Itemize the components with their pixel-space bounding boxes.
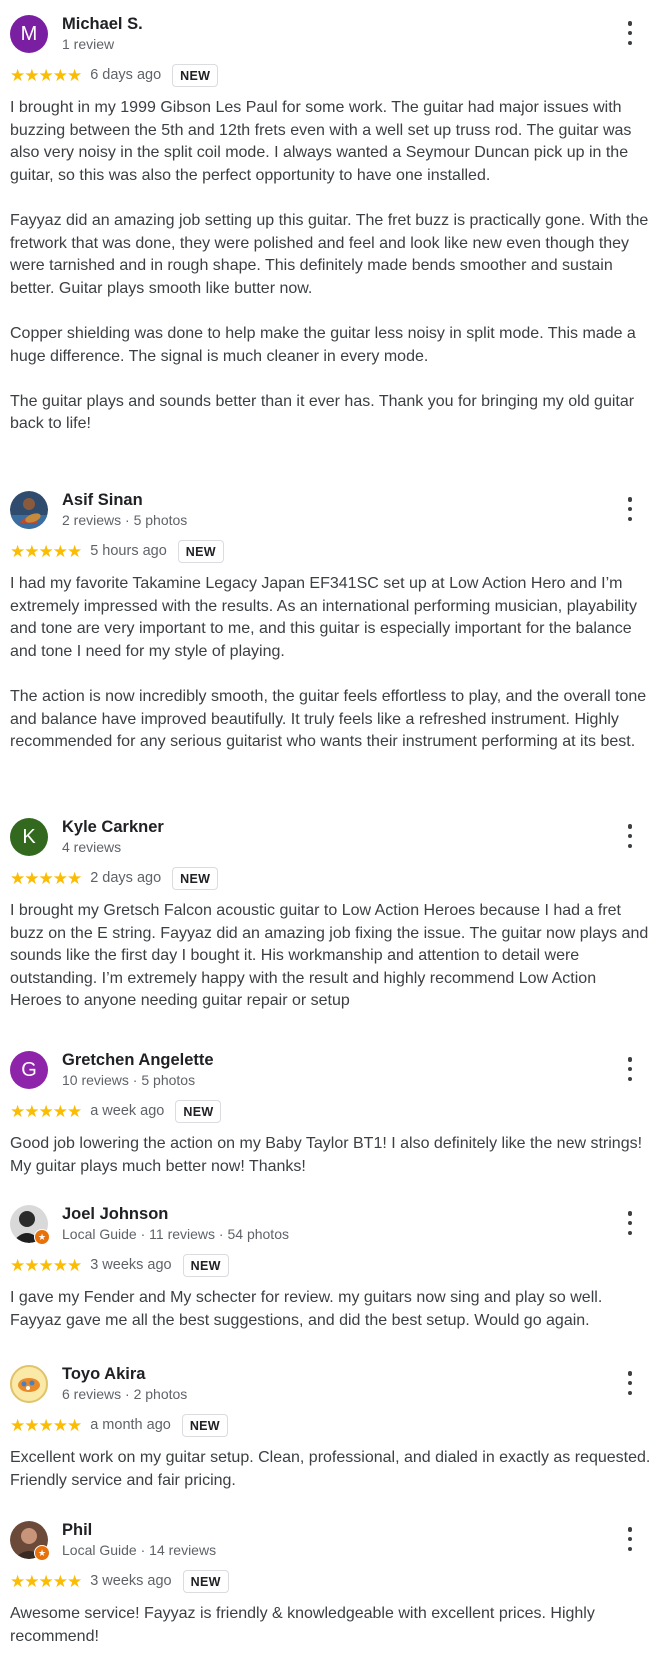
review-date: a week ago: [90, 1103, 165, 1119]
review-date: 5 hours ago: [90, 543, 167, 559]
reviewer-name[interactable]: Gretchen Angelette: [62, 1051, 214, 1070]
review-card: K Kyle Carkner 4 reviews ★★★★★ 2 days ag…: [0, 818, 661, 1013]
avatar[interactable]: ★: [10, 1521, 50, 1561]
review-card: G Gretchen Angelette 10 reviews · 5 phot…: [0, 1051, 661, 1178]
reviewer-name[interactable]: Toyo Akira: [62, 1365, 145, 1384]
star-rating: ★★★★★: [10, 541, 82, 561]
more-options-icon[interactable]: [623, 1211, 637, 1235]
more-options-icon[interactable]: [623, 824, 637, 848]
review-header: Toyo Akira 6 reviews · 2 photos: [10, 1365, 651, 1405]
new-badge: NEW: [172, 866, 219, 890]
rating-row: ★★★★★ a month ago NEW: [10, 1412, 651, 1438]
rating-row: ★★★★★ a week ago NEW: [10, 1098, 651, 1124]
reviews-list: M Michael S. 1 review ★★★★★ 6 days ago N…: [0, 0, 661, 1645]
review-header: Asif Sinan 2 reviews · 5 photos: [10, 491, 651, 531]
person-with-guitar-photo-icon: [10, 491, 48, 529]
review-card: ★ Joel Johnson Local Guide · 11 reviews …: [0, 1205, 661, 1332]
reviewer-name[interactable]: Michael S.: [62, 15, 143, 34]
avatar[interactable]: ★: [10, 1205, 50, 1245]
reviewer-meta: 2 reviews · 5 photos: [62, 512, 188, 528]
review-text: I had my favorite Takamine Legacy Japan …: [10, 575, 647, 751]
reviewer-name[interactable]: Asif Sinan: [62, 491, 143, 510]
review-date: 3 weeks ago: [90, 1257, 172, 1273]
reviewer-meta: 6 reviews · 2 photos: [62, 1386, 188, 1402]
avatar[interactable]: K: [10, 818, 48, 856]
star-rating: ★★★★★: [10, 868, 82, 888]
star-rating: ★★★★★: [10, 1101, 82, 1121]
reviewer-meta: Local Guide · 14 reviews: [62, 1542, 217, 1558]
rating-row: ★★★★★ 6 days ago NEW: [10, 62, 651, 88]
local-guide-badge-icon: ★: [34, 1545, 50, 1561]
review-date: 6 days ago: [90, 67, 162, 83]
avatar[interactable]: M: [10, 15, 48, 53]
reviewer-name[interactable]: Phil: [62, 1521, 92, 1540]
rating-row: ★★★★★ 3 weeks ago NEW: [10, 1252, 651, 1278]
new-badge: NEW: [182, 1253, 229, 1277]
avatar[interactable]: [10, 1365, 48, 1403]
review-text: I brought my Gretsch Falcon acoustic gui…: [10, 902, 649, 1010]
new-badge: NEW: [182, 1569, 229, 1593]
review-text: Excellent work on my guitar setup. Clean…: [10, 1449, 651, 1489]
review-text: Good job lowering the action on my Baby …: [10, 1135, 643, 1175]
review-date: 3 weeks ago: [90, 1573, 172, 1589]
review-card: Asif Sinan 2 reviews · 5 photos ★★★★★ 5 …: [0, 491, 661, 754]
more-options-icon[interactable]: [623, 21, 637, 45]
review-header: ★ Phil Local Guide · 14 reviews: [10, 1521, 651, 1561]
review-text: I gave my Fender and My schecter for rev…: [10, 1289, 603, 1329]
review-card: ★ Phil Local Guide · 14 reviews ★★★★★ 3 …: [0, 1521, 661, 1648]
review-card: M Michael S. 1 review ★★★★★ 6 days ago N…: [0, 0, 661, 436]
avatar-letter: G: [21, 1058, 37, 1081]
review-card: Toyo Akira 6 reviews · 2 photos ★★★★★ a …: [0, 1365, 661, 1492]
review-date: 2 days ago: [90, 870, 162, 886]
avatar-letter: K: [22, 825, 36, 848]
avatar[interactable]: G: [10, 1051, 48, 1089]
rating-row: ★★★★★ 5 hours ago NEW: [10, 538, 651, 564]
avatar-letter: M: [20, 22, 38, 45]
reviewer-meta: 10 reviews · 5 photos: [62, 1072, 196, 1088]
star-rating: ★★★★★: [10, 1415, 82, 1435]
review-header: G Gretchen Angelette 10 reviews · 5 phot…: [10, 1051, 651, 1091]
reviewer-meta: 4 reviews: [62, 839, 122, 855]
new-badge: NEW: [181, 1413, 228, 1437]
review-date: a month ago: [90, 1417, 171, 1433]
star-rating: ★★★★★: [10, 1571, 82, 1591]
avatar[interactable]: [10, 491, 48, 529]
review-header: ★ Joel Johnson Local Guide · 11 reviews …: [10, 1205, 651, 1245]
review-text: Awesome service! Fayyaz is friendly & kn…: [10, 1605, 595, 1645]
reviewer-meta: 1 review: [62, 36, 115, 52]
review-text: I brought in my 1999 Gibson Les Paul for…: [10, 99, 649, 433]
new-badge: NEW: [172, 63, 219, 87]
star-rating: ★★★★★: [10, 65, 82, 85]
more-options-icon[interactable]: [623, 1527, 637, 1551]
more-options-icon[interactable]: [623, 1371, 637, 1395]
local-guide-badge-icon: ★: [34, 1229, 50, 1245]
more-options-icon[interactable]: [623, 1057, 637, 1081]
reviewer-name[interactable]: Kyle Carkner: [62, 818, 164, 837]
new-badge: NEW: [177, 539, 224, 563]
rating-row: ★★★★★ 3 weeks ago NEW: [10, 1568, 651, 1594]
food-photo-icon: [10, 1365, 48, 1403]
rating-row: ★★★★★ 2 days ago NEW: [10, 865, 651, 891]
reviewer-meta: Local Guide · 11 reviews · 54 photos: [62, 1226, 289, 1242]
review-header: M Michael S. 1 review: [10, 15, 651, 55]
more-options-icon[interactable]: [623, 497, 637, 521]
new-badge: NEW: [175, 1099, 222, 1123]
review-header: K Kyle Carkner 4 reviews: [10, 818, 651, 858]
reviewer-name[interactable]: Joel Johnson: [62, 1205, 168, 1224]
star-rating: ★★★★★: [10, 1255, 82, 1275]
